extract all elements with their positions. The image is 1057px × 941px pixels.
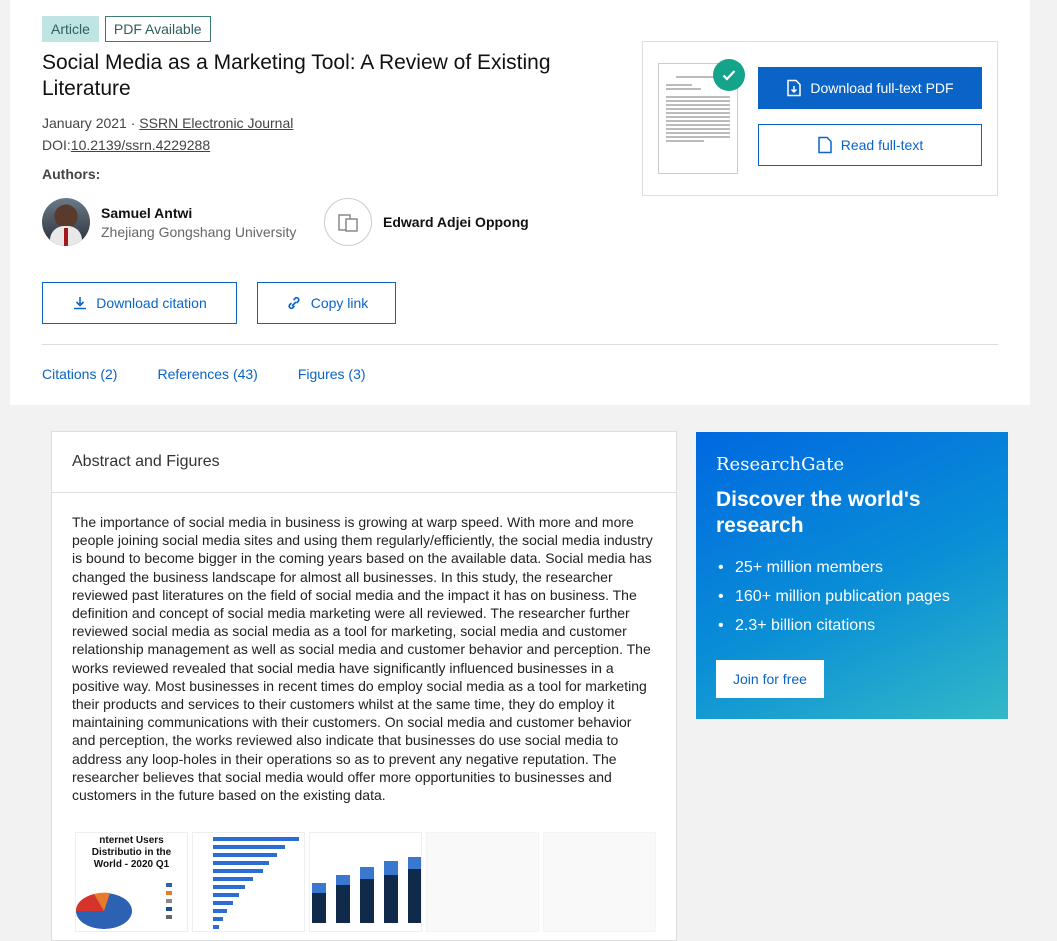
figure-strip: nternet Users Distributio in the World -… <box>75 832 656 932</box>
copy-link-button[interactable]: Copy link <box>257 282 396 324</box>
promo-points: 25+ million members 160+ million publica… <box>716 559 988 635</box>
author-avatar-placeholder-icon[interactable] <box>324 198 372 246</box>
read-full-text-button[interactable]: Read full-text <box>758 124 982 166</box>
researchgate-promo: ResearchGate Discover the world's resear… <box>696 432 1008 719</box>
abstract-text: The importance of social media in busine… <box>72 514 653 804</box>
figure-placeholder <box>543 832 656 932</box>
pie-chart-figure <box>76 883 172 929</box>
download-citation-button[interactable]: Download citation <box>42 282 237 324</box>
promo-point: 25+ million members <box>716 559 988 577</box>
figure-placeholder <box>426 832 539 932</box>
figure-title: nternet Users Distributio in the World -… <box>91 835 172 870</box>
publication-header: Article PDF Available Social Media as a … <box>10 0 1030 405</box>
file-icon <box>818 136 832 154</box>
figure-thumbnail[interactable] <box>192 832 305 932</box>
pdf-available-badge: PDF Available <box>104 16 211 42</box>
abstract-heading: Abstract and Figures <box>52 432 676 493</box>
publication-tabs: Citations (2) References (43) Figures (3… <box>42 366 366 382</box>
badge-row: Article PDF Available <box>42 16 211 42</box>
author-card[interactable]: Edward Adjei Oppong <box>324 198 529 246</box>
bar-chart-figure <box>213 837 299 929</box>
download-pdf-label: Download full-text PDF <box>810 80 954 96</box>
figure-thumbnail[interactable]: nternet Users Distributio in the World -… <box>75 832 188 932</box>
doi-link[interactable]: 10.2139/ssrn.4229288 <box>71 137 210 153</box>
divider <box>42 344 998 345</box>
author-name[interactable]: Samuel Antwi <box>101 205 296 221</box>
tab-references[interactable]: References (43) <box>157 366 257 382</box>
tab-citations[interactable]: Citations (2) <box>42 366 117 382</box>
meta-separator: · <box>126 115 140 131</box>
read-full-text-label: Read full-text <box>840 137 924 153</box>
publication-title: Social Media as a Marketing Tool: A Revi… <box>42 51 551 100</box>
journal-link[interactable]: SSRN Electronic Journal <box>139 115 293 131</box>
promo-point: 160+ million publication pages <box>716 588 988 606</box>
authors-label: Authors: <box>42 166 101 182</box>
download-pdf-button[interactable]: Download full-text PDF <box>758 67 982 109</box>
promo-point: 2.3+ billion citations <box>716 617 988 635</box>
figure-thumbnail[interactable] <box>309 832 422 932</box>
promo-headline: Discover the world's research <box>716 488 921 537</box>
publication-meta: January 2021 · SSRN Electronic Journal <box>42 114 293 132</box>
tab-figures[interactable]: Figures (3) <box>298 366 366 382</box>
publication-date: January 2021 <box>42 115 127 131</box>
download-icon <box>74 297 87 310</box>
article-type-badge: Article <box>42 16 99 42</box>
stacked-bar-figure <box>312 857 421 923</box>
author-avatar[interactable] <box>42 198 90 246</box>
pdf-panel: Download full-text PDF Read full-text <box>642 41 998 196</box>
file-download-icon <box>787 79 802 97</box>
author-name[interactable]: Edward Adjei Oppong <box>383 214 529 230</box>
download-citation-label: Download citation <box>96 295 207 311</box>
doi-label: DOI: <box>42 137 71 153</box>
link-icon <box>288 296 300 310</box>
researchgate-logo: ResearchGate <box>716 454 845 475</box>
checkmark-icon <box>713 59 745 91</box>
author-card[interactable]: Samuel Antwi Zhejiang Gongshang Universi… <box>42 198 296 246</box>
join-for-free-button[interactable]: Join for free <box>716 660 824 698</box>
abstract-card: Abstract and Figures The importance of s… <box>51 431 677 941</box>
doi-row: DOI:10.2139/ssrn.4229288 <box>42 137 210 153</box>
author-affiliation: Zhejiang Gongshang University <box>101 223 297 240</box>
copy-link-label: Copy link <box>310 295 369 311</box>
